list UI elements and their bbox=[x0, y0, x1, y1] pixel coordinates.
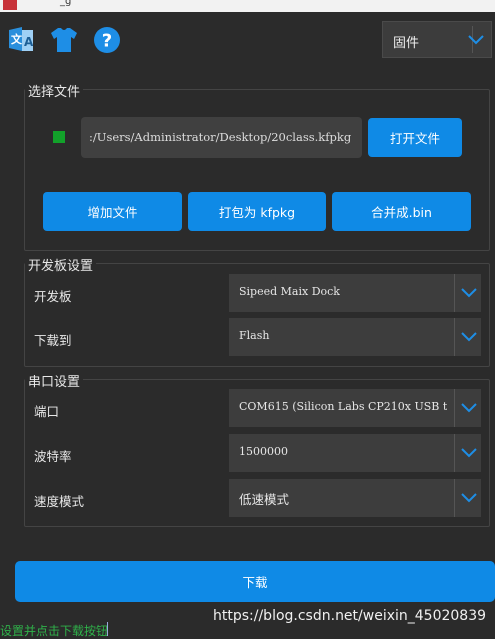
chevron-down-icon[interactable] bbox=[460, 479, 478, 517]
download-to-label: 下载到 bbox=[34, 333, 72, 348]
select-divider bbox=[454, 318, 455, 356]
board-select-value: Sipeed Maix Dock bbox=[239, 285, 340, 298]
open-file-button[interactable]: 打开文件 bbox=[368, 118, 462, 157]
board-settings-title: 开发板设置 bbox=[25, 255, 97, 274]
merge-bin-button[interactable]: 合并成.bin bbox=[332, 192, 471, 231]
baud-select[interactable]: 1500000 bbox=[229, 434, 481, 472]
speed-mode-label: 速度模式 bbox=[34, 494, 85, 509]
select-divider bbox=[454, 274, 455, 312]
serial-settings-title: 串口设置 bbox=[25, 371, 84, 390]
mode-select-value: 固件 bbox=[393, 36, 420, 51]
chevron-down-icon[interactable] bbox=[460, 389, 478, 427]
select-divider bbox=[454, 434, 455, 472]
status-text: 设置并点击下载按钮 bbox=[0, 624, 109, 638]
speed-mode-value: 低速模式 bbox=[239, 492, 290, 507]
text-cursor bbox=[107, 622, 108, 636]
speed-mode-select[interactable]: 低速模式 bbox=[229, 479, 481, 517]
shirt-icon[interactable] bbox=[48, 24, 80, 56]
mode-select[interactable]: 固件 bbox=[382, 21, 492, 58]
svg-text:文: 文 bbox=[11, 32, 23, 46]
chevron-down-icon[interactable] bbox=[460, 318, 478, 356]
translate-icon[interactable]: 文 A bbox=[5, 24, 37, 56]
window-title: _g bbox=[60, 0, 72, 7]
board-label: 开发板 bbox=[34, 289, 72, 304]
svg-text:A: A bbox=[24, 35, 34, 49]
file-group-title: 选择文件 bbox=[25, 81, 84, 100]
download-to-value: Flash bbox=[239, 329, 270, 342]
select-divider bbox=[454, 479, 455, 517]
download-button[interactable]: 下载 bbox=[15, 561, 495, 602]
port-label: 端口 bbox=[34, 404, 60, 419]
file-path-field[interactable]: :/Users/Administrator/Desktop/20class.kf… bbox=[81, 117, 362, 158]
help-icon[interactable]: ? bbox=[91, 24, 123, 56]
watermark-url: https://blog.csdn.net/weixin_45020839 bbox=[213, 608, 487, 624]
app-icon bbox=[3, 0, 17, 10]
port-select[interactable]: COM615 (Silicon Labs CP210x USB to UART … bbox=[229, 389, 481, 427]
board-select[interactable]: Sipeed Maix Dock bbox=[229, 274, 481, 312]
add-file-button[interactable]: 增加文件 bbox=[43, 192, 182, 231]
chevron-down-icon[interactable] bbox=[467, 22, 485, 57]
select-divider bbox=[454, 389, 455, 427]
baud-label: 波特率 bbox=[34, 449, 72, 464]
pack-kfpkg-button[interactable]: 打包为 kfpkg bbox=[188, 192, 326, 231]
window-title-bar: _g bbox=[0, 0, 495, 12]
status-indicator bbox=[53, 131, 65, 143]
download-to-select[interactable]: Flash bbox=[229, 318, 481, 356]
port-select-value: COM615 (Silicon Labs CP210x USB to UART … bbox=[239, 400, 447, 413]
baud-select-value: 1500000 bbox=[239, 445, 288, 458]
chevron-down-icon[interactable] bbox=[460, 434, 478, 472]
chevron-down-icon[interactable] bbox=[460, 274, 478, 312]
svg-text:?: ? bbox=[102, 31, 112, 52]
